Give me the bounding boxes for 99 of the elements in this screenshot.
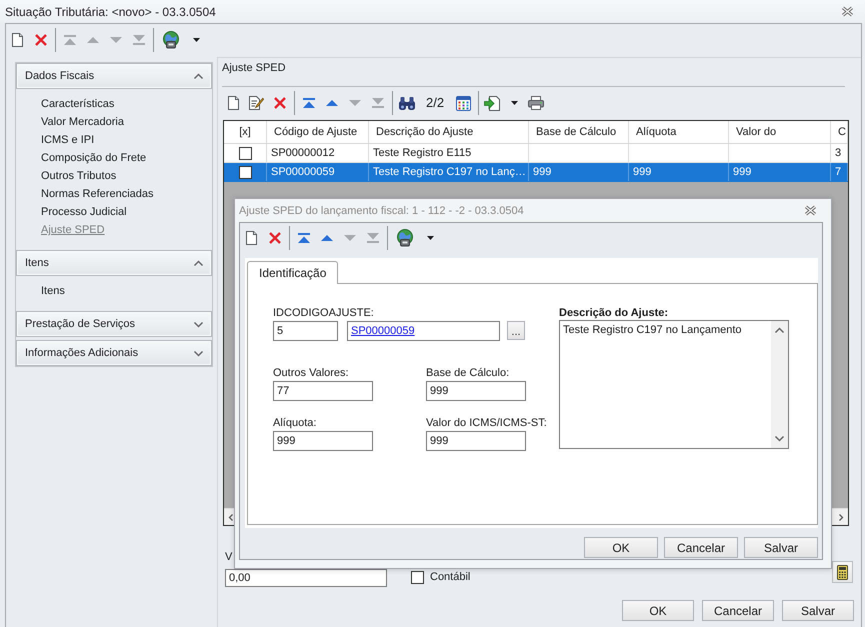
table-cell: 7 (831, 163, 848, 181)
table-cell: Teste Registro E115 (369, 144, 529, 162)
field-label: Base de Cálculo: (426, 366, 510, 380)
tab[interactable]: Identificação (247, 261, 338, 284)
column-header[interactable]: Descrição do Ajuste (369, 121, 529, 143)
delete-icon (34, 34, 46, 46)
dialog-title: Ajuste SPED do lançamento fiscal: 1 - 112 - -2 - 03.3.0504 (239, 204, 524, 218)
dialog-button[interactable]: OK (584, 537, 658, 558)
dialog-button[interactable]: Salvar (782, 600, 854, 621)
window-title: Situação Tributária: <novo> - 03.3.0504 (5, 4, 216, 18)
table-cell: SP00000059 (267, 163, 369, 181)
table-cell: Teste Registro C197 no Lanç… (369, 163, 529, 181)
column-header[interactable]: [x] (224, 121, 267, 143)
globe-icon (396, 229, 414, 247)
table-row[interactable]: SP00000012 Teste Registro E115 3 (224, 144, 848, 163)
outros-valores-field[interactable]: 77 (273, 381, 373, 401)
document-arrow-icon (484, 96, 502, 110)
chevron-left-icon[interactable] (229, 514, 233, 520)
triangle-bar-down-icon (372, 98, 384, 108)
bar-triangle-up-icon (298, 233, 310, 243)
section-header[interactable]: Dados Fiscais (16, 63, 212, 89)
triangle-up-icon (320, 235, 332, 241)
calculator-button[interactable] (832, 561, 853, 583)
close-icon[interactable] (804, 205, 817, 216)
printer-icon (528, 96, 544, 110)
record-counter: 2/2 (425, 95, 446, 111)
row-checkbox[interactable] (238, 146, 252, 160)
nav-link[interactable]: Outros Tributos (41, 167, 116, 185)
grid-icon (456, 96, 472, 110)
triangle-up-icon (326, 100, 338, 106)
triangle-down-icon (110, 37, 122, 43)
dialog-button[interactable]: OK (622, 600, 694, 621)
column-header[interactable]: Alíquota (629, 121, 729, 143)
document-icon (228, 96, 239, 110)
dialog-button[interactable]: Salvar (744, 537, 818, 558)
nav-link[interactable]: Valor Mercadoria (41, 113, 124, 131)
checkbox-label: Contábil (430, 571, 470, 584)
section-header[interactable]: Informações Adicionais (16, 340, 212, 366)
field-label: V (225, 550, 232, 564)
group-title: Ajuste SPED (222, 61, 286, 76)
row-checkbox[interactable] (238, 166, 252, 178)
chevron-up-icon (775, 328, 784, 333)
dialog-button[interactable]: Cancelar (702, 600, 774, 621)
caret-icon (510, 101, 518, 105)
valor-icms-field[interactable]: 999 (426, 431, 526, 451)
table-cell: SP00000012 (267, 144, 369, 162)
vertical-scrollbar[interactable] (771, 321, 788, 448)
edit-document-icon (249, 96, 264, 110)
globe-icon (162, 31, 180, 49)
table-cell: 999 (629, 163, 729, 181)
column-header[interactable]: Base de Cálculo (529, 121, 629, 143)
nav-link[interactable]: Itens (41, 282, 65, 300)
lookup-button[interactable]: ... (507, 321, 525, 340)
table-row[interactable]: SP00000059 Teste Registro C197 no Lanç… 999 999 999 7 (224, 163, 848, 182)
table-cell: 999 (729, 163, 831, 181)
column-header[interactable]: Código de Ajuste (267, 121, 369, 143)
id-field[interactable]: 5 (273, 321, 338, 341)
code-field[interactable]: SP00000059 (347, 321, 500, 341)
aliquota-field[interactable]: 999 (273, 431, 373, 451)
nav-link[interactable]: Processo Judicial (41, 203, 127, 221)
value-field[interactable]: 0,00 (225, 569, 387, 587)
triangle-bar-down-icon (366, 233, 378, 243)
caret-icon (192, 38, 200, 42)
close-icon[interactable] (841, 6, 854, 17)
code-link[interactable]: SP00000059 (351, 325, 415, 337)
field-label: Alíquota: (273, 416, 316, 430)
field-label: Valor do ICMS/ICMS-ST: (426, 416, 547, 430)
document-icon (246, 231, 257, 245)
field-label: Descrição do Ajuste: (559, 306, 668, 320)
column-header[interactable]: C (831, 121, 848, 143)
section-header[interactable]: Itens (16, 250, 212, 276)
dialog-button[interactable]: Cancelar (664, 537, 738, 558)
nav-link[interactable]: Normas Referenciadas (41, 185, 154, 203)
bar-triangle-up-icon (302, 98, 314, 108)
delete-icon (274, 97, 286, 109)
binoculars-icon (398, 96, 414, 110)
document-icon (12, 33, 23, 47)
delete-icon (268, 232, 280, 244)
section-header[interactable]: Prestação de Serviços (16, 311, 212, 337)
chevron-right-icon[interactable] (839, 514, 843, 520)
nav-link[interactable]: Características (41, 95, 114, 113)
column-header[interactable]: Valor do (729, 121, 831, 143)
bar-triangle-up-icon (64, 35, 76, 45)
nav-link[interactable]: ICMS e IPI (41, 131, 94, 149)
triangle-down-icon (344, 235, 356, 241)
caret-icon (426, 236, 434, 240)
nav-link[interactable]: Composição do Frete (41, 149, 146, 167)
triangle-bar-down-icon (132, 35, 144, 45)
triangle-up-icon (86, 37, 98, 43)
chevron-down-icon (775, 436, 784, 441)
description-field[interactable]: Teste Registro C197 no Lançamento (559, 320, 789, 449)
triangle-down-icon (348, 100, 360, 106)
field-label: Outros Valores: (273, 366, 349, 380)
field-label: IDCODIGOAJUSTE: (273, 306, 374, 320)
checkbox[interactable] (411, 571, 424, 584)
table-cell: 999 (529, 163, 629, 181)
table-cell: 3 (831, 144, 848, 162)
base-calculo-field[interactable]: 999 (426, 381, 526, 401)
calculator-icon (837, 564, 848, 580)
